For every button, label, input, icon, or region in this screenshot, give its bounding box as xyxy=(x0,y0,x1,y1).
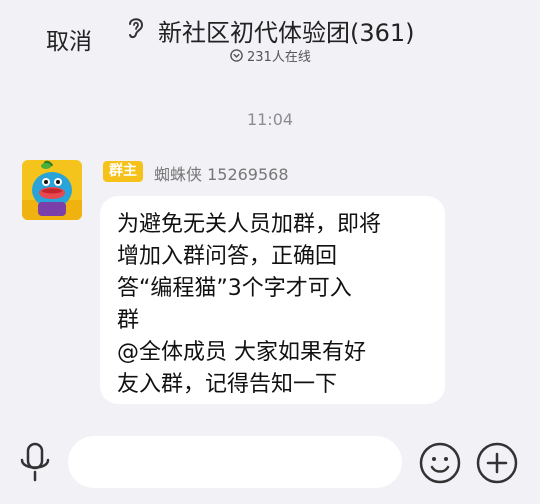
sender-name[interactable]: 蜘蛛侠 15269568 xyxy=(154,161,289,185)
online-status-icon xyxy=(230,49,243,62)
avatar[interactable] xyxy=(22,160,82,220)
plus-icon[interactable] xyxy=(476,442,518,484)
ear-icon[interactable] xyxy=(125,15,147,41)
message-line: 增加入群问答，正确回 xyxy=(117,244,338,269)
message-line: 友入群，记得告知一下 xyxy=(117,372,338,397)
chat-header: 取消 新社区初代体验团(361) 231人在线 xyxy=(0,0,540,80)
message-line: @全体成员 大家如果有好 xyxy=(117,340,366,365)
group-title[interactable]: 新社区初代体验团(361) xyxy=(158,13,415,48)
message-input[interactable] xyxy=(68,436,402,488)
message-line: 为避免无关人员加群，即将 xyxy=(117,212,382,237)
online-count: 231人在线 xyxy=(230,46,311,65)
message-bubble[interactable]: 为避免无关人员加群，即将 增加入群问答，正确回 答“编程猫”3个字才可入 群 @… xyxy=(100,196,445,404)
message-line: 答“编程猫”3个字才可入 xyxy=(117,276,352,301)
online-count-text: 231人在线 xyxy=(247,50,311,65)
cancel-button[interactable]: 取消 xyxy=(46,22,92,56)
microphone-icon[interactable] xyxy=(18,442,52,482)
emoji-icon[interactable] xyxy=(419,442,461,484)
message-timestamp: 11:04 xyxy=(246,110,294,129)
avatar-image xyxy=(22,160,82,220)
message-line: 群 xyxy=(117,308,140,333)
owner-badge: 群主 xyxy=(103,161,143,182)
